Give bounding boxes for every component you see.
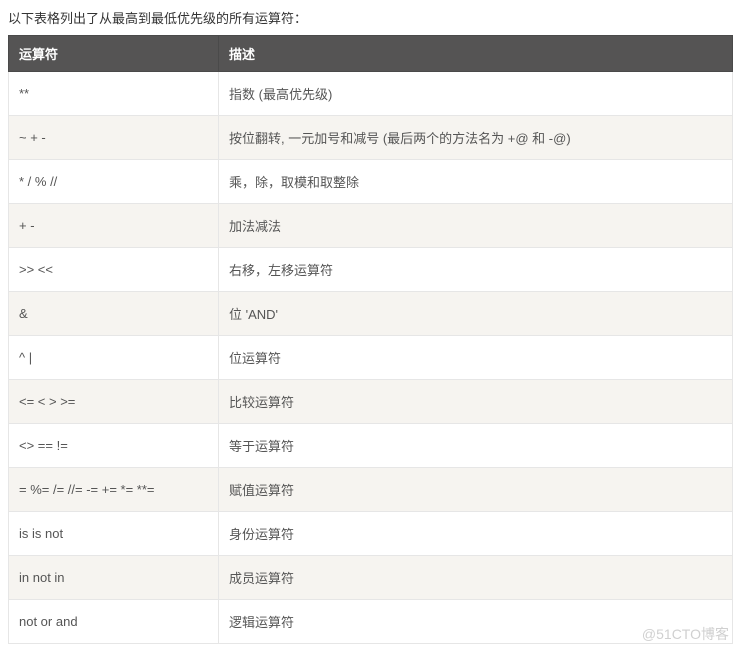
cell-operator: + - [9,204,219,248]
cell-description: 右移，左移运算符 [219,248,733,292]
cell-operator: in not in [9,556,219,600]
intro-text: 以下表格列出了从最高到最低优先级的所有运算符： [8,8,733,27]
cell-operator: <= < > >= [9,380,219,424]
cell-operator: not or and [9,600,219,644]
cell-description: 成员运算符 [219,556,733,600]
header-description: 描述 [219,36,733,72]
operator-precedence-table: 运算符 描述 **指数 (最高优先级)~ + -按位翻转, 一元加号和减号 (最… [8,35,733,644]
cell-description: 乘，除，取模和取整除 [219,160,733,204]
cell-operator: ^ | [9,336,219,380]
cell-operator: <> == != [9,424,219,468]
cell-description: 位运算符 [219,336,733,380]
table-row: ^ |位运算符 [9,336,733,380]
table-row: * / % //乘，除，取模和取整除 [9,160,733,204]
cell-operator: & [9,292,219,336]
table-row: &位 'AND' [9,292,733,336]
cell-operator: >> << [9,248,219,292]
table-row: + -加法减法 [9,204,733,248]
cell-operator: * / % // [9,160,219,204]
table-row: ~ + -按位翻转, 一元加号和减号 (最后两个的方法名为 +@ 和 -@) [9,116,733,160]
table-row: <= < > >=比较运算符 [9,380,733,424]
table-row: is is not身份运算符 [9,512,733,556]
cell-description: 比较运算符 [219,380,733,424]
cell-description: 位 'AND' [219,292,733,336]
cell-description: 等于运算符 [219,424,733,468]
cell-operator: is is not [9,512,219,556]
table-row: in not in成员运算符 [9,556,733,600]
table-header-row: 运算符 描述 [9,36,733,72]
cell-description: 逻辑运算符 [219,600,733,644]
cell-operator: = %= /= //= -= += *= **= [9,468,219,512]
table-row: <> == !=等于运算符 [9,424,733,468]
table-row: not or and逻辑运算符 [9,600,733,644]
cell-description: 身份运算符 [219,512,733,556]
header-operator: 运算符 [9,36,219,72]
cell-operator: ~ + - [9,116,219,160]
table-row: = %= /= //= -= += *= **=赋值运算符 [9,468,733,512]
cell-description: 指数 (最高优先级) [219,72,733,116]
cell-description: 赋值运算符 [219,468,733,512]
cell-description: 加法减法 [219,204,733,248]
cell-operator: ** [9,72,219,116]
table-row: >> <<右移，左移运算符 [9,248,733,292]
table-row: **指数 (最高优先级) [9,72,733,116]
cell-description: 按位翻转, 一元加号和减号 (最后两个的方法名为 +@ 和 -@) [219,116,733,160]
